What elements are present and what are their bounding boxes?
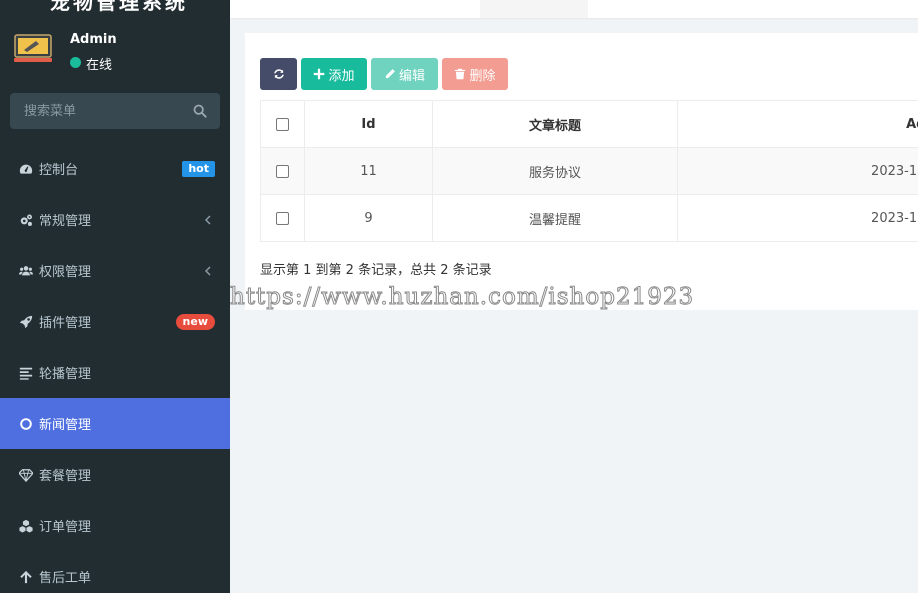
sidebar: 宠物管理系统 Admin 在线 控制台 hot <box>0 0 230 593</box>
column-header-addtime[interactable]: Addtim <box>677 100 918 148</box>
list-icon <box>18 365 33 380</box>
add-button-label: 添加 <box>328 68 355 84</box>
edit-button-label: 编辑 <box>398 68 425 84</box>
sidebar-item-label: 权限管理 <box>39 265 92 280</box>
refresh-icon <box>273 69 284 79</box>
sidebar-item-carousel[interactable]: 轮播管理 <box>0 347 230 398</box>
sidebar-item-label: 套餐管理 <box>39 469 92 484</box>
online-status-icon <box>70 57 81 68</box>
sidebar-item-label: 售后工单 <box>39 571 92 586</box>
plus-icon <box>314 68 325 80</box>
avatar <box>14 34 52 62</box>
cell-title: 温馨提醒 <box>432 194 678 242</box>
search-icon[interactable] <box>193 104 207 118</box>
sidebar-item-orders[interactable]: 订单管理 <box>0 500 230 551</box>
sidebar-item-packages[interactable]: 套餐管理 <box>0 449 230 500</box>
cell-id: 11 <box>304 147 433 195</box>
chevron-left-icon <box>204 266 211 276</box>
cell-addtime: 2023-12-24 1 <box>677 147 918 195</box>
table-row[interactable]: 11 服务协议 2023-12-24 1 <box>260 147 918 195</box>
cell-addtime: 2023-12-23 1 <box>677 194 918 242</box>
rocket-icon <box>18 314 33 329</box>
sidebar-item-label: 常规管理 <box>39 214 92 229</box>
sidebar-item-label: 订单管理 <box>39 520 92 535</box>
table-header-row: Id 文章标题 Addtim <box>260 100 918 148</box>
sidebar-item-general[interactable]: 常规管理 <box>0 194 230 245</box>
circle-icon <box>18 416 33 431</box>
user-panel: Admin 在线 <box>0 28 230 84</box>
sidebar-item-news[interactable]: 新闻管理 <box>0 398 230 449</box>
add-button[interactable]: 添加 <box>301 58 367 90</box>
users-icon <box>18 263 33 278</box>
pencil-icon <box>385 69 395 79</box>
row-checkbox[interactable] <box>276 211 289 225</box>
row-check-cell <box>260 147 305 195</box>
nav-tab[interactable] <box>480 0 588 18</box>
content-panel: 添加 编辑 删除 Id 文章标题 Addtim 11 服务协议 2023-12- <box>245 33 918 310</box>
row-checkbox[interactable] <box>276 164 289 178</box>
cell-title: 服务协议 <box>432 147 678 195</box>
top-navbar <box>230 0 918 18</box>
edit-button[interactable]: 编辑 <box>371 58 438 90</box>
user-status: 在线 <box>86 58 113 73</box>
column-header-id[interactable]: Id <box>304 100 433 148</box>
news-table: Id 文章标题 Addtim 11 服务协议 2023-12-24 1 9 温馨… <box>260 100 918 242</box>
sidebar-search <box>10 93 220 129</box>
sidebar-item-label: 轮播管理 <box>39 367 92 382</box>
sidebar-item-label: 插件管理 <box>39 316 92 331</box>
menu-search-input[interactable] <box>10 93 190 129</box>
sidebar-item-label: 新闻管理 <box>39 418 92 433</box>
hot-badge: hot <box>182 161 215 177</box>
sidebar-item-label: 控制台 <box>39 163 79 178</box>
cubes-icon <box>18 518 33 533</box>
pagination-info: 显示第 1 到第 2 条记录，总共 2 条记录 <box>260 263 492 278</box>
select-all-cell <box>260 100 305 148</box>
refresh-button[interactable] <box>260 58 297 90</box>
arrow-up-icon <box>18 569 33 584</box>
row-check-cell <box>260 194 305 242</box>
sidebar-item-plugins[interactable]: 插件管理 new <box>0 296 230 347</box>
delete-button-label: 删除 <box>469 68 496 84</box>
user-name: Admin <box>70 32 117 47</box>
delete-button[interactable]: 删除 <box>442 58 508 90</box>
sidebar-item-permission[interactable]: 权限管理 <box>0 245 230 296</box>
chevron-left-icon <box>204 215 211 225</box>
new-badge: new <box>175 314 215 330</box>
sidebar-item-dashboard[interactable]: 控制台 hot <box>0 143 230 194</box>
cogs-icon <box>18 212 33 227</box>
table-row[interactable]: 9 温馨提醒 2023-12-23 1 <box>260 194 918 242</box>
brand-title: 宠物管理系统 <box>50 0 188 14</box>
select-all-checkbox[interactable] <box>276 117 289 131</box>
cell-id: 9 <box>304 194 433 242</box>
table-toolbar: 添加 编辑 删除 <box>260 58 508 90</box>
column-header-title[interactable]: 文章标题 <box>432 100 678 148</box>
sidebar-menu: 控制台 hot 常规管理 权限管理 插件管理 new 轮播管理 新闻管理 套餐管… <box>0 143 230 593</box>
trash-icon <box>455 68 466 80</box>
diamond-icon <box>18 467 33 482</box>
sidebar-item-aftersales[interactable]: 售后工单 <box>0 551 230 593</box>
dashboard-icon <box>18 161 33 176</box>
